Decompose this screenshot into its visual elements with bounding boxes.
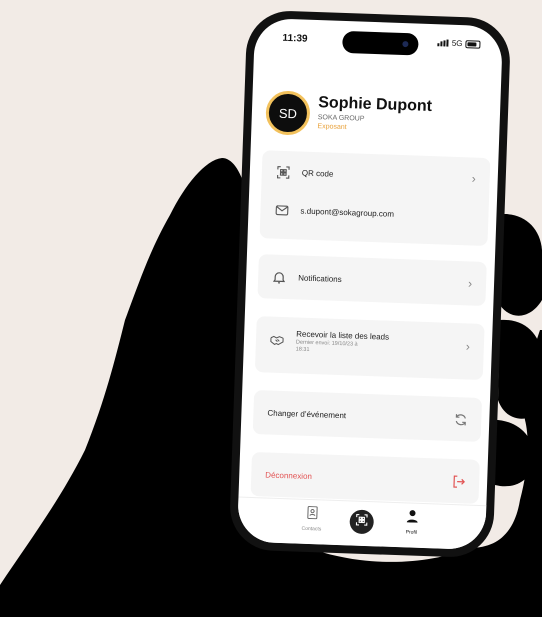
- battery-icon: [465, 39, 481, 49]
- qr-code-label: QR code: [301, 168, 334, 179]
- person-icon: [406, 509, 418, 526]
- tab-profile[interactable]: Profil: [391, 509, 432, 536]
- leads-last-sent: Dernier envoi: 19/10/23 à 18:31: [295, 339, 358, 353]
- tab-bar: Contacts Profil: [236, 496, 487, 551]
- avatar: SD: [265, 90, 311, 136]
- network-label: 5G: [451, 38, 463, 49]
- dynamic-island: [342, 30, 419, 56]
- profile-header: SD Sophie Dupont SOKA GROUP Exposant: [265, 90, 486, 144]
- profile-role: Exposant: [317, 123, 347, 132]
- logout-row[interactable]: Déconnexion: [251, 459, 480, 497]
- chevron-right-icon: ›: [467, 276, 473, 291]
- qr-code-icon: [276, 165, 290, 179]
- logout-card: Déconnexion: [250, 451, 480, 504]
- qr-code-row[interactable]: QR code ›: [261, 156, 490, 194]
- status-bar: 11:39 5G: [254, 18, 503, 67]
- notifications-label: Notifications: [298, 272, 342, 284]
- tab-profile-label: Profil: [405, 529, 418, 536]
- leads-card: Recevoir la liste des leads Dernier envo…: [254, 316, 485, 380]
- notifications-card: Notifications ›: [257, 254, 487, 307]
- signal-icon: [437, 39, 449, 47]
- email-value: s.dupont@sokagroup.com: [300, 206, 395, 219]
- change-event-label: Changer d’événement: [267, 408, 347, 420]
- contacts-icon: [306, 505, 318, 523]
- status-indicators: 5G: [437, 38, 481, 49]
- mail-icon: [274, 203, 288, 217]
- profile-name: Sophie Dupont: [318, 94, 433, 116]
- status-time: 11:39: [282, 32, 308, 45]
- logout-icon: [451, 474, 465, 488]
- logout-label: Déconnexion: [265, 469, 313, 481]
- chevron-right-icon: ›: [471, 171, 476, 186]
- notifications-row[interactable]: Notifications ›: [258, 261, 487, 299]
- leads-row[interactable]: Recevoir la liste des leads Dernier envo…: [255, 324, 484, 362]
- refresh-icon: [453, 412, 467, 426]
- avatar-initials: SD: [278, 105, 298, 121]
- account-card: QR code › s.dupont@sokagroup.com: [259, 150, 491, 247]
- tab-contacts[interactable]: Contacts: [291, 505, 332, 532]
- handshake-icon: [270, 333, 284, 347]
- phone-screen: 11:39 5G SD Sophie Dupont SOKA GROUP Exp…: [236, 17, 504, 551]
- change-event-row[interactable]: Changer d’événement: [253, 397, 482, 435]
- tab-contacts-label: Contacts: [301, 525, 322, 533]
- email-row: s.dupont@sokagroup.com: [260, 194, 489, 232]
- change-event-card: Changer d’événement: [252, 390, 483, 442]
- bell-icon: [272, 270, 286, 284]
- qr-code-icon: [355, 513, 368, 531]
- phone-frame: 11:39 5G SD Sophie Dupont SOKA GROUP Exp…: [228, 9, 512, 559]
- profile-company: SOKA GROUP: [317, 114, 365, 123]
- camera-dot: [402, 40, 409, 48]
- chevron-right-icon: ›: [465, 339, 471, 354]
- scan-qr-button[interactable]: [349, 509, 375, 535]
